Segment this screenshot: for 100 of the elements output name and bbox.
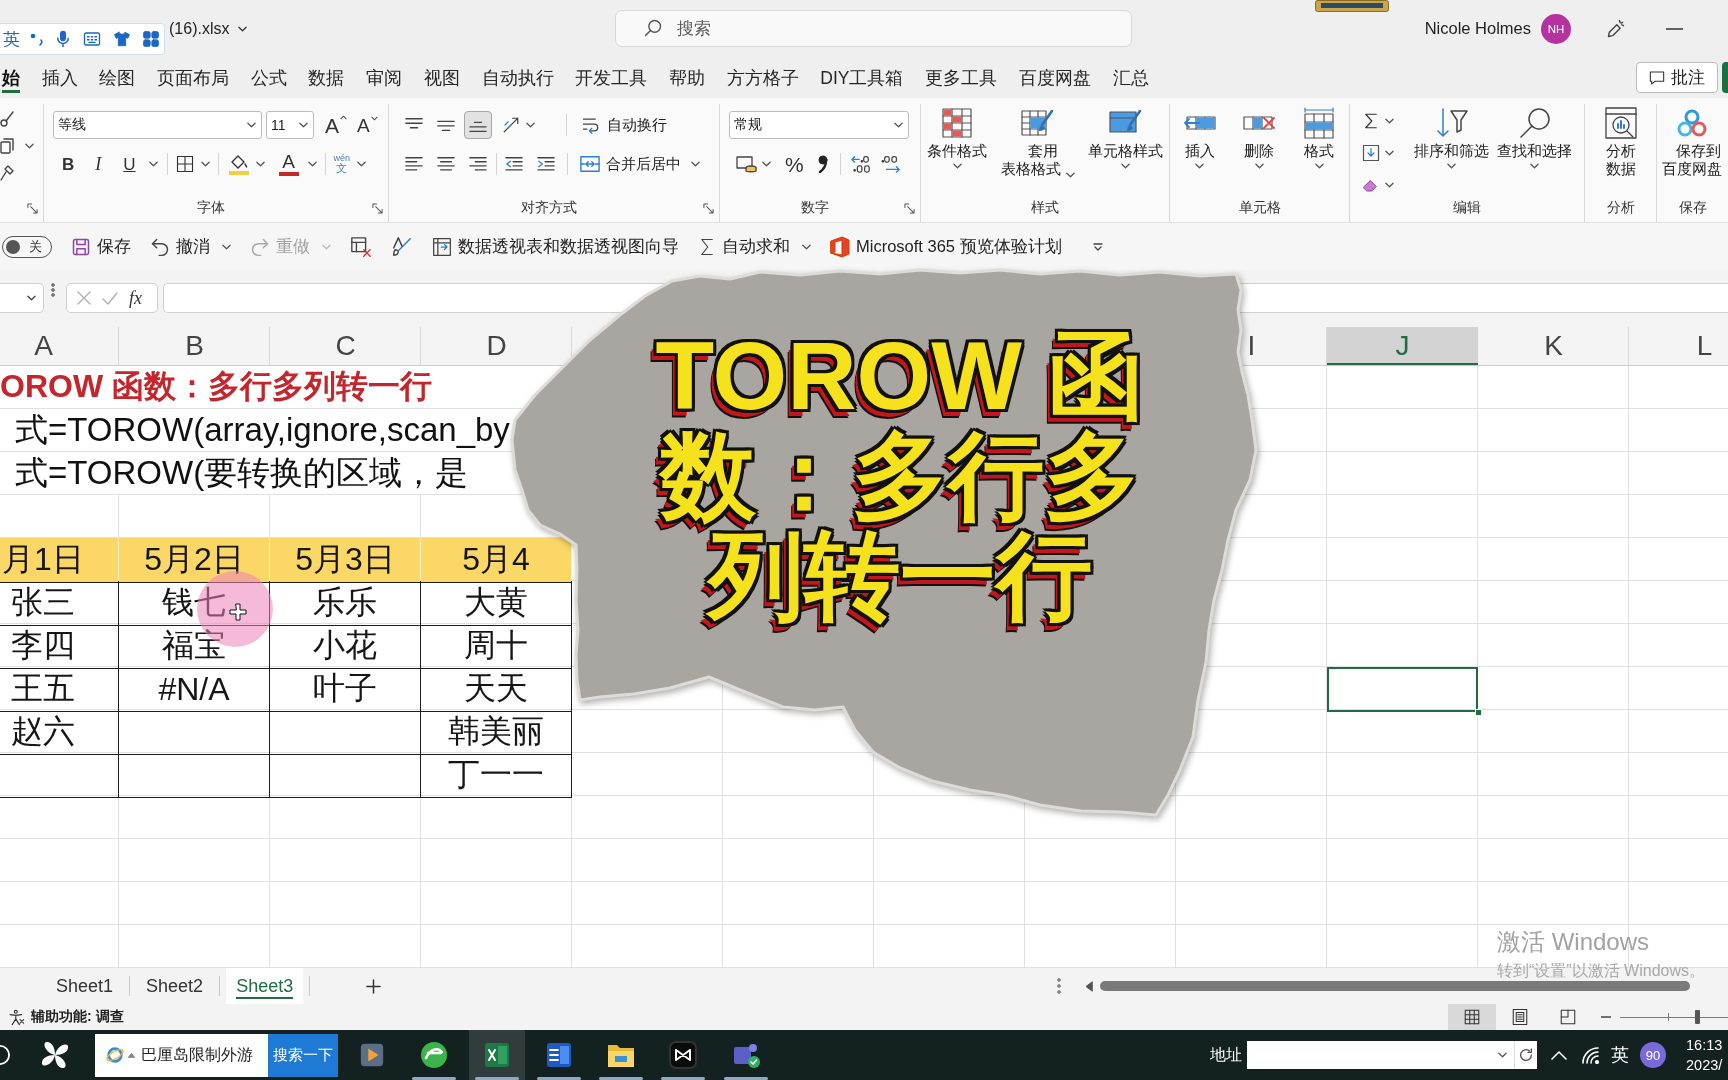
preview-program-button[interactable]: Microsoft 365 预览体验计划: [830, 235, 1062, 258]
ribbon-tab[interactable]: 公式: [250, 62, 287, 93]
search-icon[interactable]: [643, 18, 663, 38]
orbit-ring-icon[interactable]: [105, 1045, 125, 1065]
sort-filter-button[interactable]: 排序和筛选: [1414, 107, 1489, 169]
sheet-tab[interactable]: Sheet1: [46, 968, 124, 1004]
caret-icon[interactable]: [238, 25, 248, 32]
merge-cells-icon[interactable]: [580, 155, 600, 173]
fill-down-icon[interactable]: [1362, 144, 1380, 162]
caret-icon[interactable]: [1385, 182, 1394, 188]
sigma-icon[interactable]: [1362, 112, 1380, 130]
ribbon-tab[interactable]: 更多工具: [925, 62, 998, 93]
align-right-icon[interactable]: [469, 156, 487, 172]
more-icon[interactable]: [51, 283, 55, 297]
scroll-left-icon[interactable]: [1085, 980, 1093, 992]
brush-icon[interactable]: [0, 165, 14, 181]
decrease-decimal-icon[interactable]: [880, 154, 901, 174]
insert-cells-button[interactable]: 插入: [1182, 107, 1217, 169]
align-center-icon[interactable]: [437, 156, 455, 172]
column-header[interactable]: K: [1544, 332, 1563, 360]
find-select-button[interactable]: 查找和选择: [1497, 107, 1572, 169]
caret-icon[interactable]: [526, 122, 535, 128]
chevron-up-icon[interactable]: [1551, 1050, 1567, 1060]
ribbon-tab[interactable]: 自动执行: [481, 62, 554, 93]
font-name-select[interactable]: 等线: [53, 111, 262, 139]
column-header[interactable]: C: [335, 332, 356, 360]
column-header[interactable]: A: [34, 332, 53, 360]
increase-indent-icon[interactable]: [537, 156, 555, 172]
insert-function-button[interactable]: fx: [129, 287, 142, 309]
column-header[interactable]: D: [486, 332, 507, 360]
caret-icon[interactable]: [1255, 163, 1264, 169]
ime-mode-toggle[interactable]: 英: [3, 27, 20, 51]
table-delete-icon[interactable]: [350, 235, 372, 258]
caret-icon[interactable]: [894, 122, 903, 128]
analyze-data-button[interactable]: 分析数据: [1602, 107, 1639, 178]
caret-icon[interactable]: [27, 295, 36, 301]
ribbon-tab[interactable]: 视图: [423, 62, 460, 93]
caret-icon[interactable]: [307, 161, 317, 167]
wifi-icon[interactable]: [1581, 1046, 1601, 1064]
refresh-button[interactable]: [1514, 1041, 1537, 1069]
page-icon[interactable]: [1511, 1008, 1529, 1026]
caret-icon[interactable]: [222, 243, 231, 250]
accounting-icon[interactable]: [736, 154, 758, 174]
zoom-slider-thumb[interactable]: [1694, 1010, 1700, 1024]
caret-icon[interactable]: [691, 161, 700, 167]
normal-view-button[interactable]: [1448, 1004, 1496, 1030]
save-button[interactable]: 保存: [71, 235, 131, 258]
comma-style-icon[interactable]: [817, 155, 828, 173]
caret-icon[interactable]: [255, 161, 265, 167]
web-search-field[interactable]: 巴厘岛限制外游: [95, 1033, 268, 1077]
decrease-indent-icon[interactable]: [505, 156, 523, 172]
save-icon[interactable]: [71, 236, 91, 257]
grow-font-button[interactable]: A: [325, 114, 347, 136]
input-language[interactable]: 英: [1611, 1043, 1629, 1067]
ribbon-tab[interactable]: 绘图: [99, 62, 136, 93]
caret-icon[interactable]: [200, 161, 210, 167]
customize-icon[interactable]: [1092, 242, 1103, 251]
play-icon[interactable]: [359, 1042, 385, 1068]
address-field[interactable]: [1247, 1041, 1514, 1069]
add-sheet-icon[interactable]: [366, 978, 382, 994]
dialog-launcher-icon[interactable]: [27, 202, 38, 214]
caret-up-icon[interactable]: [340, 114, 347, 120]
bold-button[interactable]: B: [62, 155, 75, 173]
cell-styles-button[interactable]: 单元格样式: [1087, 107, 1163, 169]
dialog-launcher-icon[interactable]: [372, 202, 383, 214]
undo-icon[interactable]: [150, 236, 170, 257]
caret-icon[interactable]: [802, 243, 811, 250]
wrap-text-button[interactable]: 自动换行: [581, 115, 667, 135]
borders-icon[interactable]: [175, 155, 194, 173]
notification-badge[interactable]: 90: [1640, 1042, 1666, 1068]
web-search-button[interactable]: 搜索一下: [268, 1033, 338, 1077]
cut-off-button[interactable]: [1722, 62, 1728, 93]
chart-magnifier-icon[interactable]: [1603, 107, 1638, 139]
logo-icon[interactable]: [830, 235, 850, 258]
conditional-format-button[interactable]: 条件格式: [927, 107, 988, 169]
underline-button[interactable]: U: [123, 155, 136, 173]
dialog-launcher-icon[interactable]: [904, 202, 915, 214]
caret-icon[interactable]: [357, 161, 367, 167]
grid-icon[interactable]: [1463, 1008, 1481, 1026]
align-left-icon[interactable]: [405, 156, 423, 172]
panes-icon[interactable]: [1559, 1008, 1577, 1026]
sheet-tab[interactable]: Sheet3: [226, 968, 304, 1004]
ring-icon[interactable]: [0, 1043, 10, 1067]
undo-button[interactable]: 撤消: [150, 235, 231, 258]
column-header[interactable]: I: [1247, 332, 1256, 360]
scissors-icon[interactable]: [0, 111, 14, 127]
ribbon-tab[interactable]: 始: [2, 62, 20, 93]
caret-icon[interactable]: [247, 122, 256, 128]
user-avatar[interactable]: NH: [1541, 13, 1571, 44]
percent-style-button[interactable]: %: [785, 153, 804, 175]
pinwheel-icon[interactable]: [40, 1040, 70, 1070]
folder-icon[interactable]: [607, 1042, 636, 1068]
delete-cells-button[interactable]: 删除: [1242, 107, 1277, 169]
shirt-icon[interactable]: [112, 30, 132, 48]
ribbon-tab[interactable]: 页面布局: [157, 62, 230, 93]
swoosh-circle-icon[interactable]: [420, 1041, 449, 1069]
text-angle-icon[interactable]: [502, 116, 520, 134]
ribbon-tab[interactable]: 帮助: [668, 62, 705, 93]
caret-icon[interactable]: [25, 143, 34, 149]
caret-icon[interactable]: [1530, 163, 1539, 169]
